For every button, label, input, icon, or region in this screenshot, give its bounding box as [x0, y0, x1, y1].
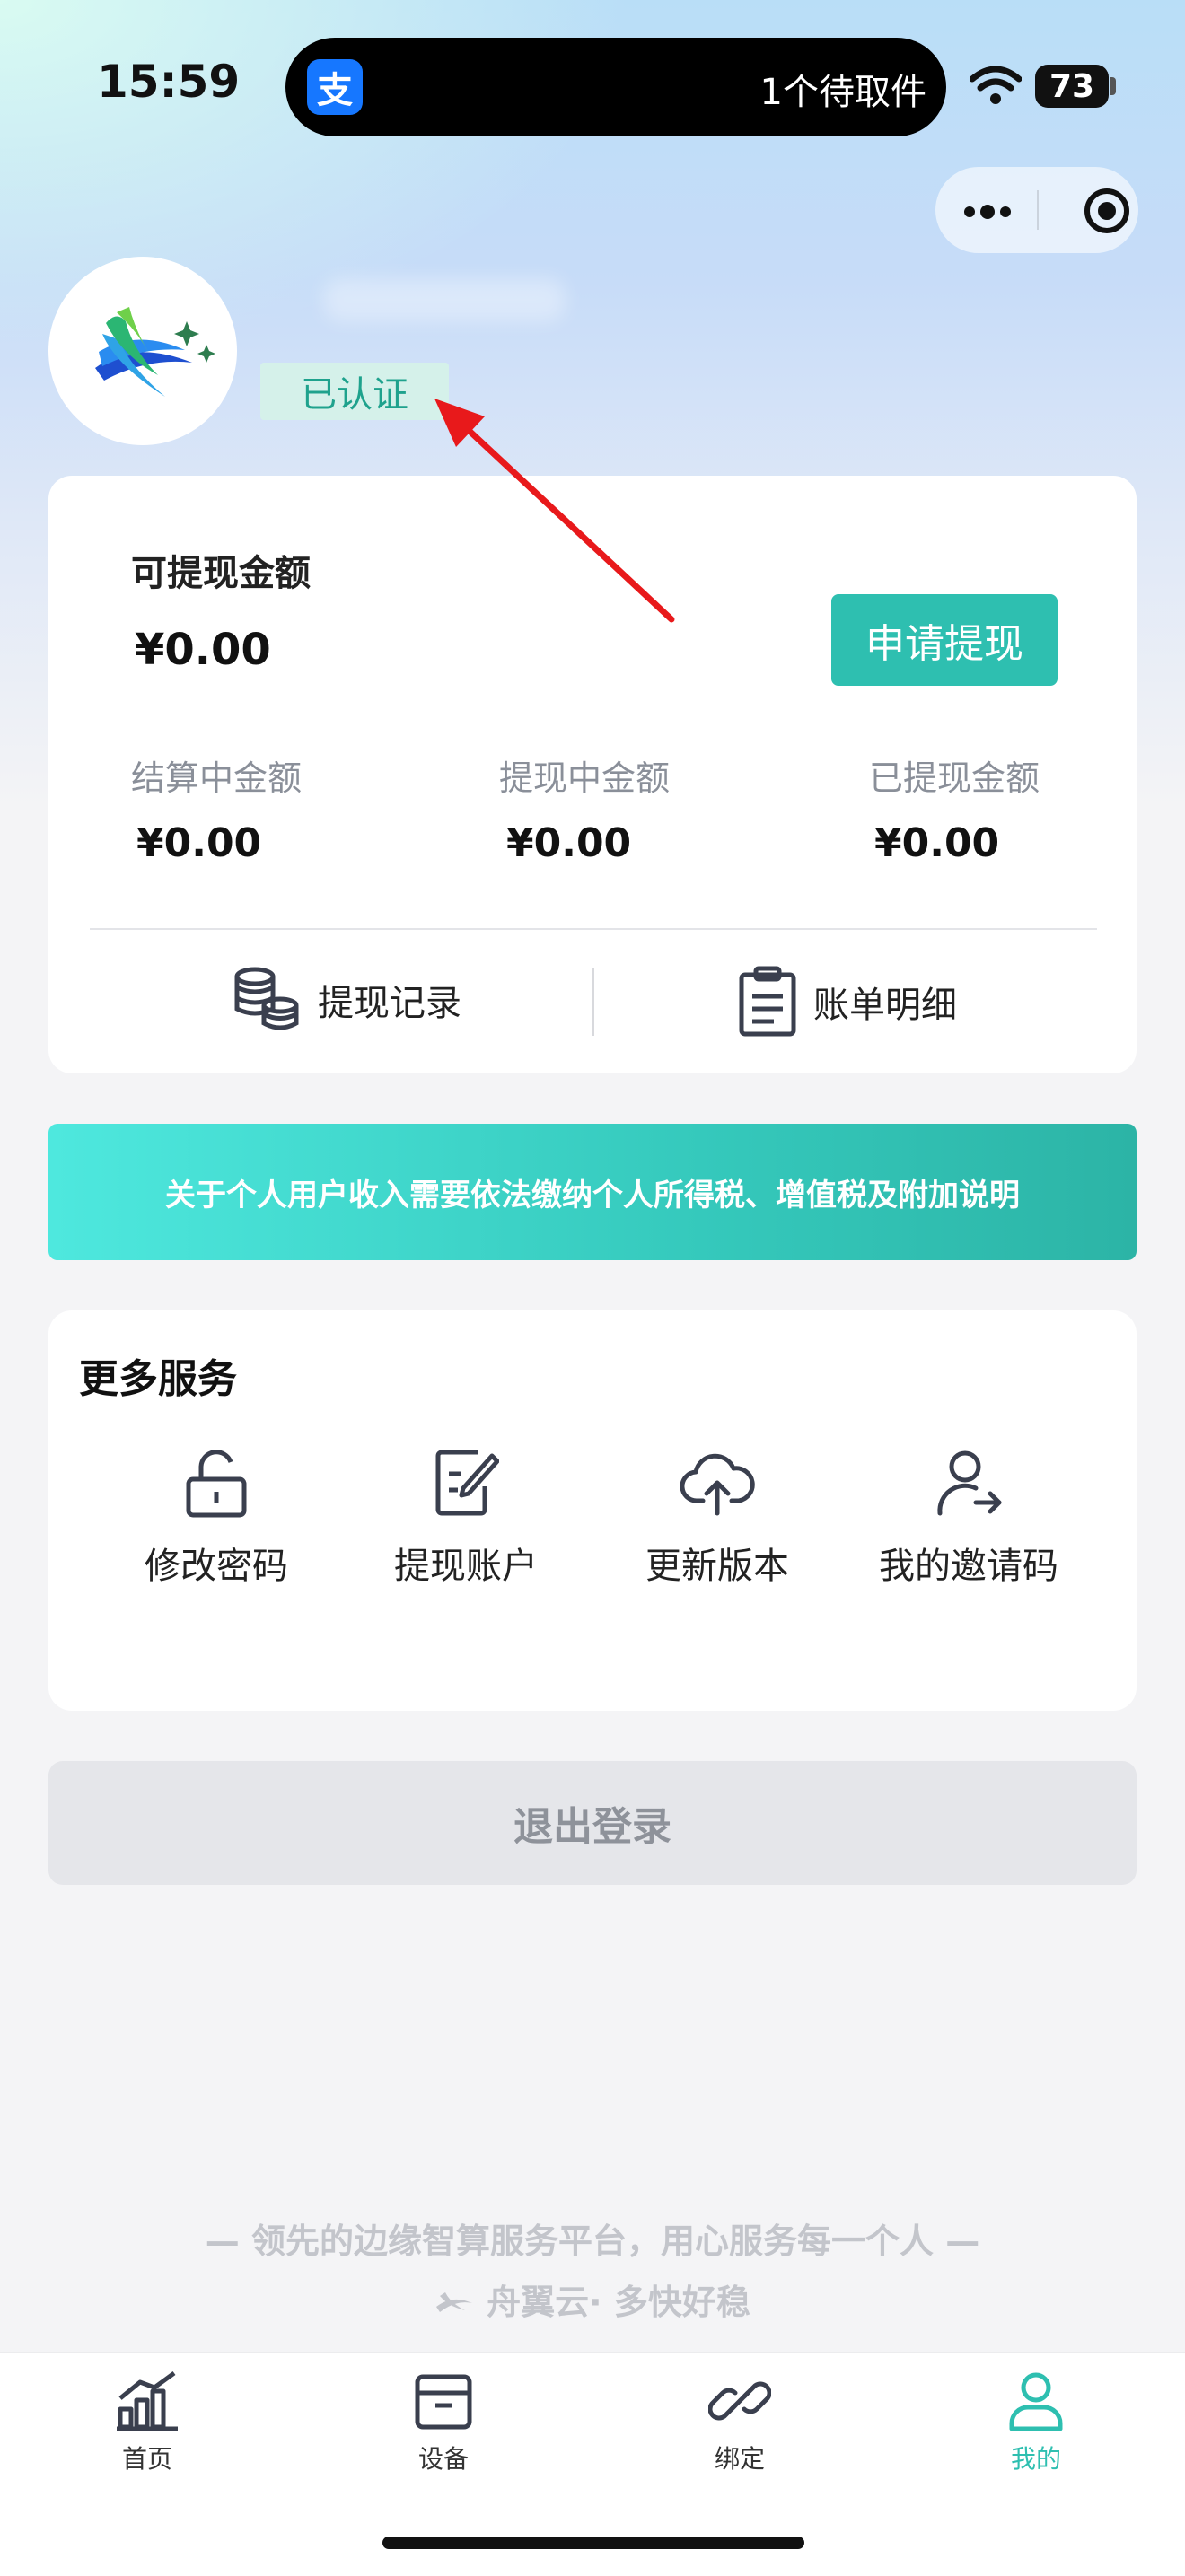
capsule-divider	[1037, 190, 1039, 230]
chart-icon	[117, 2370, 178, 2431]
withdrawn-label: 已提现金额	[869, 758, 1040, 798]
withdrawing-amount: ¥0.00	[506, 820, 632, 866]
close-miniprogram-dot	[1098, 202, 1116, 220]
invite-code-label: 我的邀请码	[879, 1546, 1058, 1587]
unlock-icon	[186, 1450, 247, 1518]
tab-home-label: 首页	[121, 2444, 172, 2474]
tab-home[interactable]: 首页	[57, 2370, 237, 2475]
available-amount: ¥0.00	[135, 625, 271, 675]
bill-details-link[interactable]: 账单明细	[738, 966, 957, 1038]
tab-bind-label: 绑定	[714, 2444, 765, 2474]
brand-wing-icon	[436, 2291, 473, 2312]
tab-mine[interactable]: 我的	[946, 2370, 1126, 2475]
available-label: 可提现金额	[131, 553, 311, 594]
change-password-label: 修改密码	[145, 1546, 288, 1587]
links-divider	[592, 968, 594, 1036]
user-share-icon	[937, 1450, 1002, 1516]
box-icon	[415, 2374, 472, 2430]
withdraw-account-button[interactable]: 提现账户	[345, 1447, 587, 1589]
coins-icon	[234, 967, 299, 1030]
settling-label: 结算中金额	[131, 758, 303, 798]
annotation-arrow-icon	[434, 399, 675, 623]
more-options-icon[interactable]	[964, 205, 1011, 219]
services-title: 更多服务	[79, 1356, 237, 1402]
withdrawn-amount: ¥0.00	[874, 820, 1000, 866]
battery-nub	[1110, 77, 1116, 95]
update-version-button[interactable]: 更新版本	[596, 1447, 838, 1589]
user-icon	[1009, 2372, 1063, 2431]
settling-amount: ¥0.00	[136, 820, 262, 866]
withdraw-account-label: 提现账户	[394, 1546, 538, 1587]
brand-logo-icon	[95, 307, 215, 397]
footer-brand-text: 舟翼云· 多快好稳	[487, 2282, 750, 2322]
pickup-notice: 1个待取件	[759, 72, 926, 113]
footer-brand: 舟翼云· 多快好稳	[0, 2274, 1185, 2324]
username-blurred	[323, 278, 566, 321]
footer-slogan: — 领先的边缘智算服务平台，用心服务每一个人 —	[205, 2221, 980, 2261]
withdrawing-label: 提现中金额	[499, 758, 671, 798]
verified-badge: 已认证	[260, 363, 449, 420]
wifi-icon	[970, 66, 1022, 104]
tab-mine-label: 我的	[1010, 2444, 1061, 2474]
avatar[interactable]	[48, 257, 237, 445]
change-password-button[interactable]: 修改密码	[95, 1447, 338, 1589]
apply-withdraw-button[interactable]: 申请提现	[831, 594, 1058, 686]
tax-notice-banner[interactable]: 关于个人用户收入需要依法缴纳个人所得税、增值税及附加说明	[48, 1124, 1137, 1260]
logout-button[interactable]: 退出登录	[48, 1761, 1137, 1885]
bill-details-label: 账单明细	[813, 985, 957, 1026]
status-time: 15:59	[97, 56, 241, 108]
cloud-upload-icon	[680, 1453, 755, 1516]
link-icon	[708, 2381, 771, 2421]
home-indicator	[382, 2537, 804, 2549]
battery-indicator: 73	[1035, 65, 1109, 108]
tab-devices[interactable]: 设备	[354, 2370, 533, 2475]
withdraw-records-link[interactable]: 提现记录	[230, 966, 461, 1034]
edit-document-icon	[435, 1450, 499, 1516]
update-version-label: 更新版本	[645, 1546, 789, 1587]
alipay-icon: 支	[307, 59, 363, 115]
invite-code-button[interactable]: 我的邀请码	[847, 1447, 1090, 1589]
clipboard-icon	[739, 966, 796, 1037]
card-divider	[90, 928, 1097, 930]
tab-bind[interactable]: 绑定	[650, 2370, 830, 2475]
withdraw-records-label: 提现记录	[318, 983, 461, 1024]
tab-devices-label: 设备	[417, 2444, 469, 2474]
